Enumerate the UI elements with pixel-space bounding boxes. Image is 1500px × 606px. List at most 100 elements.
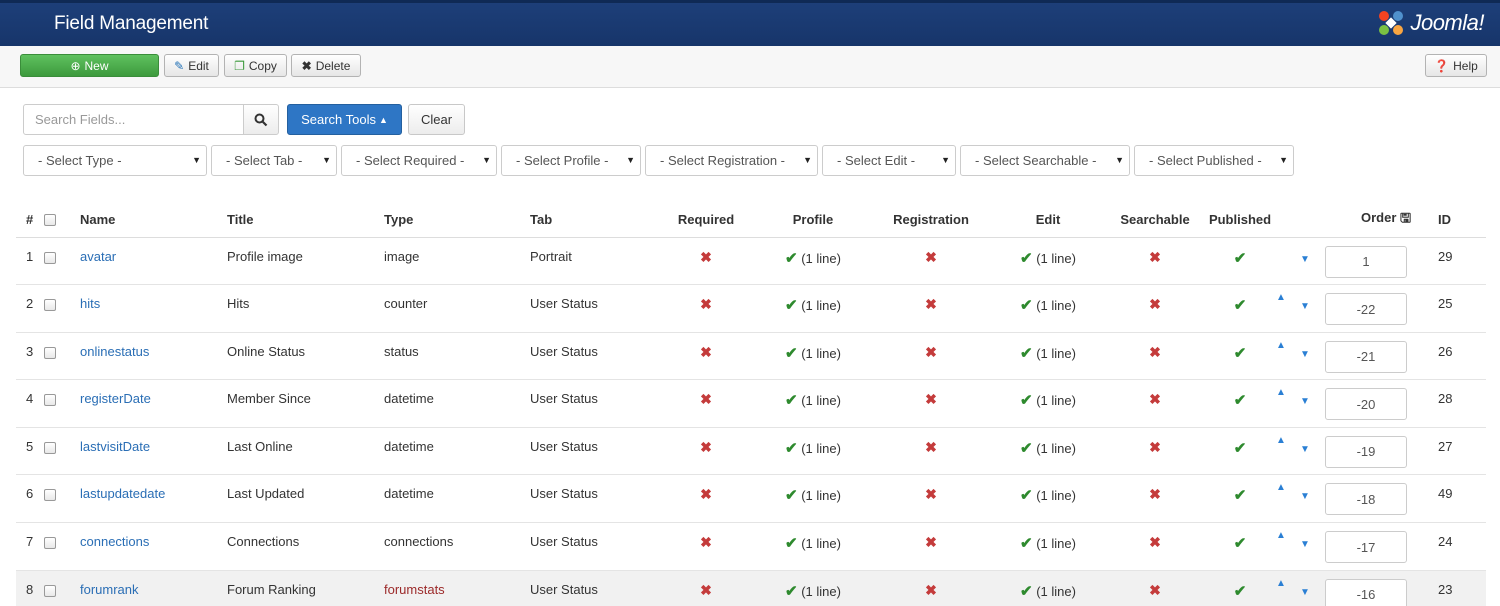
check-icon[interactable]: ✔ [1020, 250, 1033, 267]
caret-down-icon[interactable]: ▼ [1300, 254, 1310, 265]
check-icon[interactable]: ✔ [1234, 440, 1247, 457]
col-edit[interactable]: Edit [990, 203, 1106, 238]
check-icon[interactable]: ✔ [1234, 297, 1247, 314]
cross-icon[interactable]: ✖ [700, 344, 712, 360]
cross-icon[interactable]: ✖ [925, 296, 937, 312]
row-checkbox[interactable] [44, 346, 56, 359]
save-order-icon[interactable]: 🖫 [1400, 210, 1411, 225]
order-input[interactable] [1325, 388, 1407, 421]
caret-up-icon[interactable]: ▲ [1276, 530, 1286, 541]
row-checkbox[interactable] [44, 584, 56, 597]
caret-up-icon[interactable]: ▲ [1276, 292, 1286, 303]
cross-icon[interactable]: ✖ [1149, 439, 1161, 455]
caret-up-icon[interactable]: ▲ [1276, 482, 1286, 493]
select-type[interactable]: - Select Type - ▼ [23, 145, 207, 176]
cross-icon[interactable]: ✖ [925, 534, 937, 550]
caret-down-icon[interactable]: ▼ [1300, 539, 1310, 550]
check-icon[interactable]: ✔ [1020, 583, 1033, 600]
caret-down-icon[interactable]: ▼ [1300, 444, 1310, 455]
select-required[interactable]: - Select Required - ▼ [341, 145, 497, 176]
order-input[interactable] [1325, 245, 1407, 278]
row-checkbox[interactable] [44, 394, 56, 407]
check-icon[interactable]: ✔ [1234, 535, 1247, 552]
col-type[interactable]: Type [384, 203, 530, 238]
field-name-link[interactable]: onlinestatus [80, 344, 149, 359]
check-icon[interactable]: ✔ [785, 250, 798, 267]
field-name-link[interactable]: lastupdatedate [80, 486, 165, 501]
cross-icon[interactable]: ✖ [1149, 582, 1161, 598]
select-profile[interactable]: - Select Profile - ▼ [501, 145, 641, 176]
col-name[interactable]: Name [80, 203, 227, 238]
joomla-logo[interactable]: Joomla! [1376, 8, 1484, 38]
cross-icon[interactable]: ✖ [1149, 344, 1161, 360]
select-published[interactable]: - Select Published - ▼ [1134, 145, 1294, 176]
cross-icon[interactable]: ✖ [700, 582, 712, 598]
check-icon[interactable]: ✔ [1020, 392, 1033, 409]
select-registration[interactable]: - Select Registration - ▼ [645, 145, 818, 176]
col-tab[interactable]: Tab [530, 203, 658, 238]
field-name-link[interactable]: avatar [80, 249, 116, 264]
search-tools-button[interactable]: Search Tools ▲ [287, 104, 402, 135]
copy-button[interactable]: ❐ Copy [224, 54, 287, 77]
row-checkbox[interactable] [44, 299, 56, 312]
cross-icon[interactable]: ✖ [925, 439, 937, 455]
field-name-link[interactable]: forumrank [80, 582, 139, 597]
col-title[interactable]: Title [227, 203, 384, 238]
help-button[interactable]: ❓ Help [1425, 54, 1487, 77]
check-icon[interactable]: ✔ [785, 345, 798, 362]
order-input[interactable] [1325, 435, 1407, 468]
caret-down-icon[interactable]: ▼ [1300, 301, 1310, 312]
field-name-link[interactable]: hits [80, 296, 100, 311]
cross-icon[interactable]: ✖ [925, 249, 937, 265]
cross-icon[interactable]: ✖ [1149, 391, 1161, 407]
select-edit[interactable]: - Select Edit - ▼ [822, 145, 956, 176]
cross-icon[interactable]: ✖ [925, 391, 937, 407]
cross-icon[interactable]: ✖ [1149, 296, 1161, 312]
select-tab[interactable]: - Select Tab - ▼ [211, 145, 337, 176]
check-icon[interactable]: ✔ [1234, 345, 1247, 362]
row-checkbox[interactable] [44, 489, 56, 502]
cross-icon[interactable]: ✖ [1149, 249, 1161, 265]
check-icon[interactable]: ✔ [1020, 345, 1033, 362]
check-icon[interactable]: ✔ [785, 297, 798, 314]
order-input[interactable] [1325, 531, 1407, 564]
field-name-link[interactable]: lastvisitDate [80, 439, 150, 454]
new-button[interactable]: ⊕ New [20, 54, 159, 77]
col-searchable[interactable]: Searchable [1106, 203, 1204, 238]
check-icon[interactable]: ✔ [1020, 297, 1033, 314]
cross-icon[interactable]: ✖ [700, 296, 712, 312]
check-icon[interactable]: ✔ [785, 440, 798, 457]
caret-down-icon[interactable]: ▼ [1300, 587, 1310, 598]
col-profile[interactable]: Profile [754, 203, 872, 238]
check-icon[interactable]: ✔ [1234, 392, 1247, 409]
col-id[interactable]: ID [1426, 203, 1486, 238]
clear-button[interactable]: Clear [408, 104, 465, 135]
row-checkbox[interactable] [44, 537, 56, 550]
cross-icon[interactable]: ✖ [925, 344, 937, 360]
field-name-link[interactable]: connections [80, 534, 149, 549]
cross-icon[interactable]: ✖ [1149, 534, 1161, 550]
delete-button[interactable]: ✖ Delete [291, 54, 361, 77]
check-icon[interactable]: ✔ [1020, 487, 1033, 504]
caret-up-icon[interactable]: ▲ [1276, 340, 1286, 351]
caret-up-icon[interactable]: ▲ [1276, 387, 1286, 398]
select-searchable[interactable]: - Select Searchable - ▼ [960, 145, 1130, 176]
check-icon[interactable]: ✔ [785, 392, 798, 409]
cross-icon[interactable]: ✖ [700, 439, 712, 455]
caret-down-icon[interactable]: ▼ [1300, 349, 1310, 360]
check-icon[interactable]: ✔ [785, 583, 798, 600]
check-icon[interactable]: ✔ [1234, 583, 1247, 600]
caret-up-icon[interactable]: ▲ [1276, 435, 1286, 446]
cross-icon[interactable]: ✖ [700, 249, 712, 265]
field-name-link[interactable]: registerDate [80, 391, 151, 406]
check-icon[interactable]: ✔ [785, 487, 798, 504]
select-all-checkbox[interactable] [44, 213, 56, 226]
check-icon[interactable]: ✔ [785, 535, 798, 552]
search-input[interactable] [23, 104, 244, 135]
cross-icon[interactable]: ✖ [925, 486, 937, 502]
order-input[interactable] [1325, 340, 1407, 373]
caret-up-icon[interactable]: ▲ [1276, 578, 1286, 589]
cross-icon[interactable]: ✖ [700, 391, 712, 407]
order-input[interactable] [1325, 293, 1407, 326]
check-icon[interactable]: ✔ [1020, 535, 1033, 552]
